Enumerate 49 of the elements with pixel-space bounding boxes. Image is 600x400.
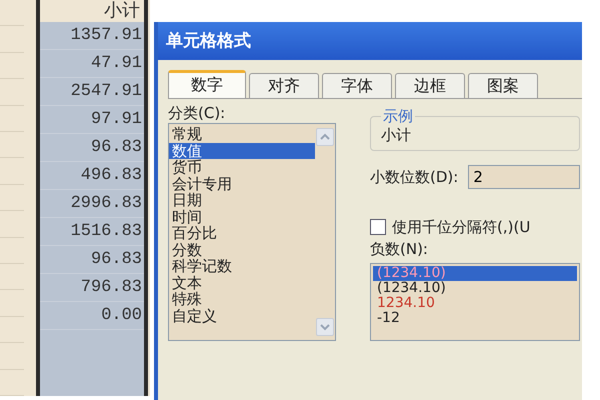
category-list[interactable]: 常规 数值 货币 会计专用 日期 时间 百分比 分数 科学记数 文本 特殊 自定义	[168, 123, 336, 341]
decimals-label: 小数位数(D):	[370, 167, 458, 187]
list-item[interactable]: 文本	[169, 274, 315, 291]
list-item[interactable]: -12	[373, 311, 577, 326]
list-item[interactable]: 自定义	[169, 308, 315, 324]
list-item[interactable]: 时间	[169, 208, 315, 225]
table-cell[interactable]: 1516.83	[40, 218, 144, 246]
sample-value: 小计	[381, 126, 412, 145]
tab[interactable]: 对齐	[249, 73, 319, 98]
tab[interactable]: 字体	[322, 73, 392, 98]
negative-list[interactable]: (1234.10) (1234.10) 1234.10 -12	[370, 263, 580, 341]
table-cell[interactable]: 2547.91	[40, 78, 144, 106]
number-format-text: (1234.10)	[377, 265, 446, 281]
tab[interactable]: 边框	[395, 73, 465, 98]
number-format-text: (1234.10)	[377, 280, 446, 296]
table-cell[interactable]: 496.83	[40, 162, 144, 190]
category-label: 分类(C):	[168, 103, 226, 123]
table-cell[interactable]: 1357.91	[40, 22, 144, 50]
list-item[interactable]: 货币	[169, 159, 315, 176]
checkbox[interactable]	[370, 219, 386, 235]
list-item[interactable]: 会计专用	[169, 176, 315, 192]
tab[interactable]: 数字	[168, 70, 246, 98]
scroll-up-icon[interactable]	[316, 128, 334, 146]
table-cell[interactable]: 96.83	[40, 134, 144, 162]
table-cell[interactable]: 2996.83	[40, 190, 144, 218]
list-item[interactable]: 分数	[169, 242, 315, 258]
list-item[interactable]: 常规	[169, 126, 315, 142]
dialog-title: 单元格格式	[158, 22, 582, 60]
list-item[interactable]: 特殊	[169, 291, 315, 308]
list-item[interactable]: 科学记数	[169, 258, 315, 274]
number-format-text: -12	[377, 310, 400, 326]
list-item[interactable]: 数值	[169, 142, 315, 159]
tab[interactable]: 图案	[468, 73, 538, 98]
thousands-label: 使用千位分隔符(,)(U	[392, 217, 530, 237]
decimals-field[interactable]: 2	[468, 165, 580, 189]
list-item[interactable]: 1234.10	[373, 296, 577, 311]
table-cell[interactable]: 796.83	[40, 274, 144, 302]
table-cell[interactable]: 97.91	[40, 106, 144, 134]
negative-label: 负数(N):	[370, 239, 429, 259]
table-cell[interactable]: 0.00	[40, 302, 144, 330]
column-header: 小计	[40, 0, 144, 22]
number-format-text: 1234.10	[377, 295, 435, 311]
scroll-down-icon[interactable]	[316, 318, 334, 336]
table-cell[interactable]: 96.83	[40, 246, 144, 274]
list-item[interactable]: 日期	[169, 192, 315, 208]
list-item[interactable]: (1234.10)	[373, 281, 577, 296]
table-cell[interactable]: 47.91	[40, 50, 144, 78]
list-item[interactable]: 百分比	[169, 225, 315, 242]
sample-label: 示例	[382, 107, 414, 126]
